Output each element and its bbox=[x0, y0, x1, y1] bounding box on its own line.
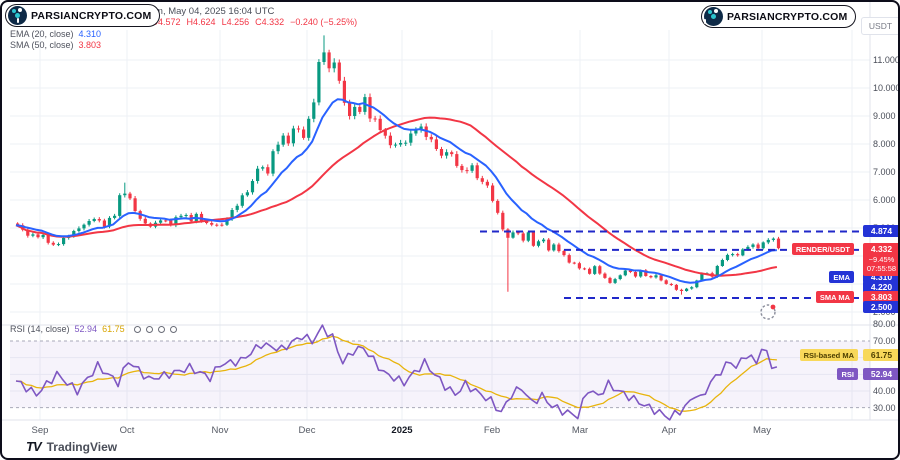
time-axis-label: Sep bbox=[31, 425, 49, 436]
price-tick-label: 7.000 bbox=[873, 167, 896, 177]
price-tick-label: 9.000 bbox=[873, 111, 896, 121]
rsi-more-icon[interactable] bbox=[169, 325, 177, 333]
rsi-settings-icon[interactable] bbox=[145, 325, 153, 333]
rsi-tick-label: 30.00 bbox=[873, 402, 896, 413]
rsi-tick-label: 40.00 bbox=[873, 386, 896, 396]
sma-legend: SMA (50, close) 3.803 bbox=[10, 40, 101, 50]
time-axis-label: Nov bbox=[211, 425, 229, 436]
time-axis-label: Feb bbox=[483, 425, 501, 436]
rsi-ma-legend-value: 61.75 bbox=[102, 324, 125, 334]
watermark-text: PARSIANCRYPTO.COM bbox=[31, 9, 152, 22]
ohlc-low: L4.256 bbox=[221, 17, 250, 27]
parsiancrypto-logo-icon bbox=[704, 7, 723, 26]
price-tag-2.500: 2.500 bbox=[863, 301, 898, 313]
sma-legend-value: 3.803 bbox=[78, 40, 102, 50]
last-price-tag: 4.332 −9.45% 07:55:58 bbox=[863, 243, 898, 276]
price-tick-label: 10.000 bbox=[873, 83, 900, 93]
chart-canvas[interactable] bbox=[2, 2, 900, 460]
tradingview-brand-label: TradingView bbox=[46, 439, 118, 454]
price-axis-currency[interactable]: USDT bbox=[861, 17, 898, 35]
price-tag-4.874: 4.874 bbox=[863, 225, 898, 237]
watermark-top-left: PARSIANCRYPTO.COM bbox=[5, 4, 161, 27]
parsiancrypto-logo-icon bbox=[8, 6, 27, 25]
rsi-tick-label: 80.00 bbox=[873, 319, 896, 330]
time-axis-label: 2025 bbox=[391, 425, 413, 436]
chart-frame: com, May 04, 2025 16:04 UTC RENDER / Tet… bbox=[0, 0, 900, 460]
watermark-text: PARSIANCRYPTO.COM bbox=[727, 10, 848, 23]
published-line: com, May 04, 2025 16:04 UTC bbox=[145, 6, 275, 17]
ohlc-high: H4.624 bbox=[186, 17, 216, 27]
series-chip-sma-ma: SMA MA bbox=[815, 291, 854, 303]
rsi-chip-rsi-based-ma: RSI-based MA bbox=[799, 349, 858, 361]
price-tick-label: 8.000 bbox=[873, 139, 896, 149]
ema-legend-label: EMA (20, close) bbox=[10, 29, 74, 39]
ema-legend-value: 4.310 bbox=[78, 29, 102, 39]
rsi-tick-label: 70.00 bbox=[873, 336, 896, 346]
rsi-legend-icons bbox=[133, 325, 177, 333]
series-chip-ema: EMA bbox=[829, 271, 854, 283]
last-price-tag-row: 4.332 bbox=[870, 244, 893, 254]
rsi-legend-label: RSI (14, close) bbox=[10, 324, 70, 334]
last-price-tag-row: 07:55:58 bbox=[866, 264, 897, 273]
time-axis-label: Apr bbox=[661, 425, 677, 436]
time-axis-label: Mar bbox=[571, 425, 589, 436]
rsi-legend-value: 52.94 bbox=[74, 324, 98, 334]
price-tick-label: 6.000 bbox=[873, 195, 896, 205]
ema-legend: EMA (20, close) 4.310 bbox=[10, 29, 101, 39]
rsi-visibility-icon[interactable] bbox=[133, 325, 141, 333]
tradingview-logo-icon: TV bbox=[26, 439, 42, 454]
ohlc-change: −0.240 (−5.25%) bbox=[290, 17, 358, 27]
watermark-top-right: PARSIANCRYPTO.COM bbox=[701, 5, 857, 28]
series-chip-render-usdt: RENDER/USDT bbox=[791, 243, 854, 255]
footer-brand[interactable]: TV TradingView bbox=[26, 439, 117, 454]
rsi-delete-icon[interactable] bbox=[157, 325, 165, 333]
rsi-legend: RSI (14, close) 52.94 61.75 bbox=[10, 324, 177, 334]
rsi-tag-61.75: 61.75 bbox=[863, 349, 898, 361]
rsi-tag-52.94: 52.94 bbox=[863, 368, 898, 380]
sma-legend-label: SMA (50, close) bbox=[10, 40, 74, 50]
ohlc-close: C4.332 bbox=[255, 17, 285, 27]
time-axis-label: Dec bbox=[298, 425, 316, 436]
time-axis-label: May bbox=[753, 425, 771, 436]
price-tick-label: 11.000 bbox=[873, 55, 900, 65]
time-axis-label: Oct bbox=[119, 425, 135, 436]
rsi-chip-rsi: RSI bbox=[837, 368, 858, 380]
last-price-tag-row: −9.45% bbox=[868, 254, 895, 264]
